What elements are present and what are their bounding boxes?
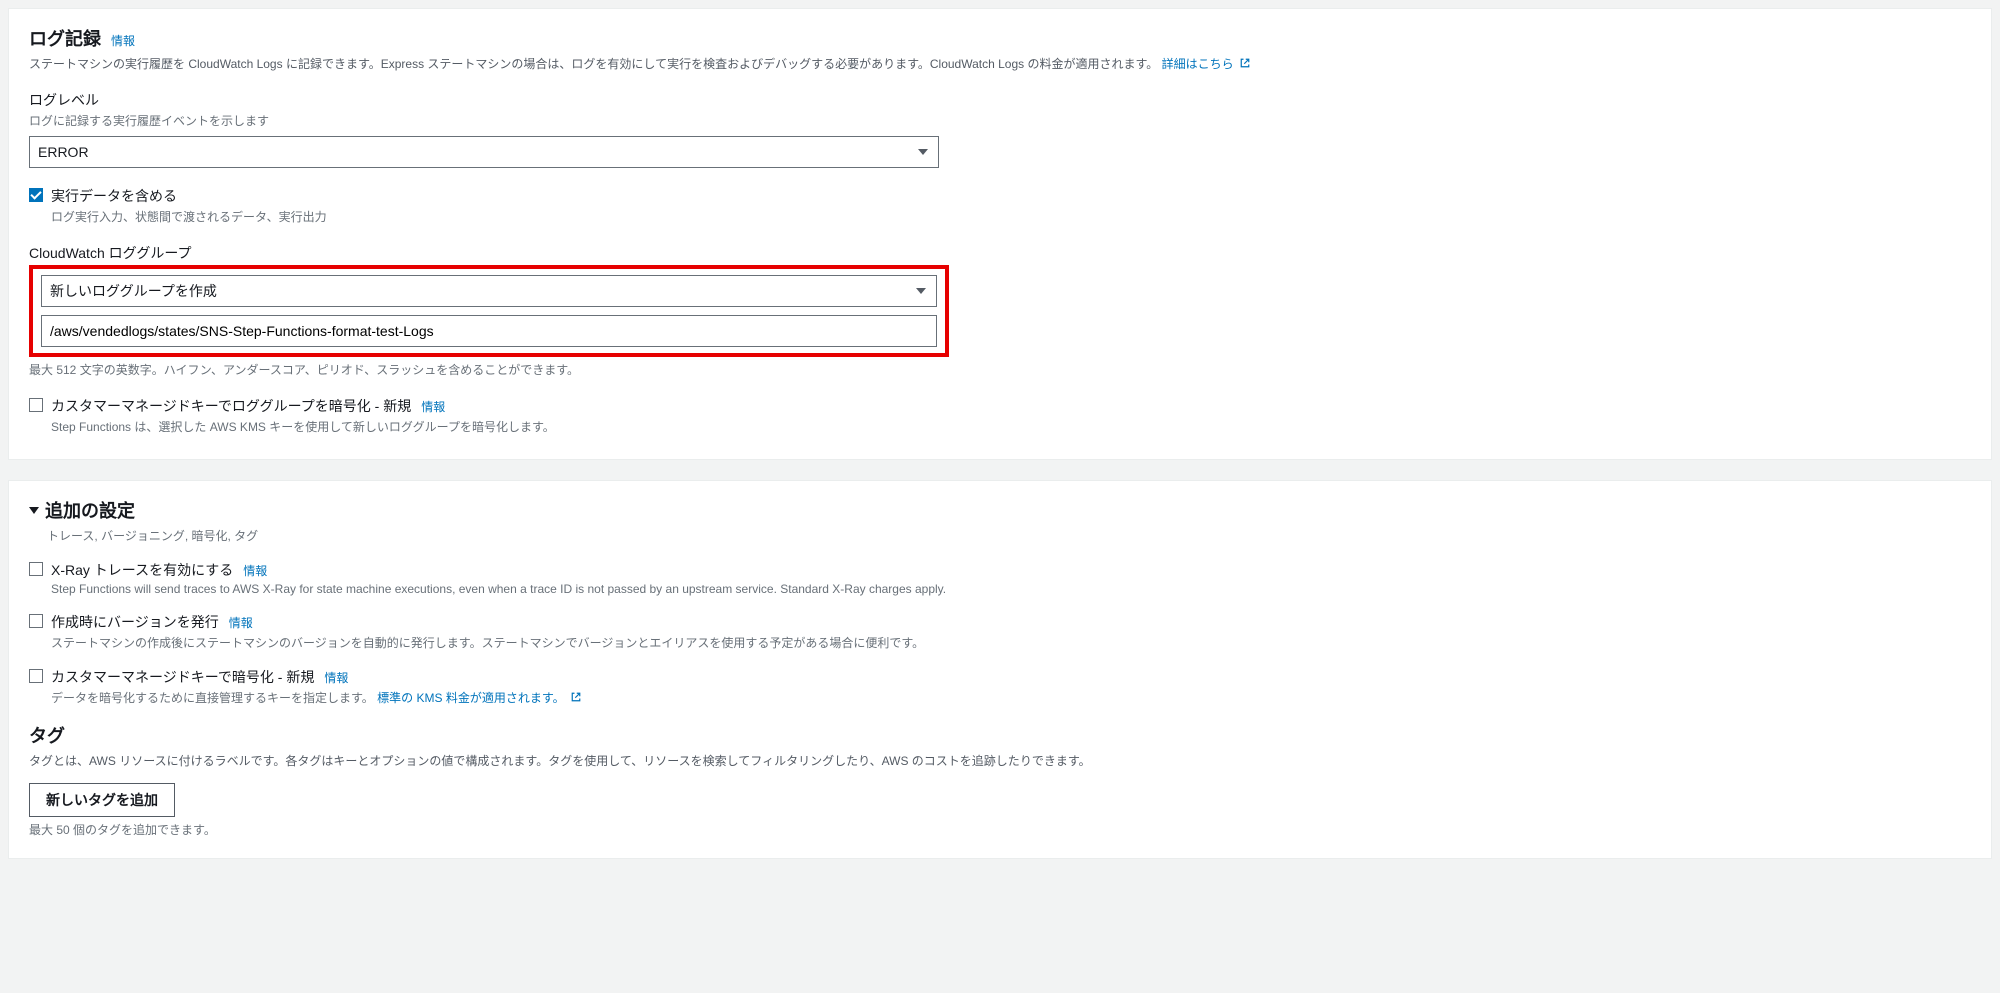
- kms-encrypt-label: カスタマーマネージドキーでロググループを暗号化 - 新規: [51, 396, 411, 416]
- log-level-desc: ログに記録する実行履歴イベントを示します: [29, 112, 1971, 130]
- version-publish-checkbox[interactable]: [29, 614, 43, 628]
- include-exec-data-checkbox[interactable]: [29, 188, 43, 202]
- external-link-icon: [570, 691, 582, 703]
- version-label: 作成時にバージョンを発行: [51, 612, 219, 632]
- cmk-label: カスタマーマネージドキーで暗号化 - 新規: [51, 667, 314, 687]
- log-section-title: ログ記録: [29, 25, 101, 51]
- tags-desc: タグとは、AWS リソースに付けるラベルです。各タグはキーとオプションの値で構成…: [29, 752, 1971, 769]
- cmk-desc: データを暗号化するために直接管理するキーを指定します。 標準の KMS 料金が適…: [51, 689, 1971, 706]
- log-section-info-link[interactable]: 情報: [111, 32, 135, 49]
- learn-more-text: 詳細はこちら: [1162, 57, 1234, 71]
- add-tag-button[interactable]: 新しいタグを追加: [29, 783, 175, 817]
- kms-pricing-link[interactable]: 標準の KMS 料金が適用されます。: [377, 691, 582, 705]
- tags-title: タグ: [29, 722, 1971, 748]
- chevron-down-icon: [918, 149, 928, 155]
- version-info-link[interactable]: 情報: [229, 614, 253, 631]
- log-section-desc: ステートマシンの実行履歴を CloudWatch Logs に記録できます。Ex…: [29, 55, 1971, 74]
- kms-pricing-text: 標準の KMS 料金が適用されます。: [377, 691, 564, 705]
- log-group-name-input[interactable]: [41, 315, 937, 347]
- cmk-encrypt-checkbox[interactable]: [29, 669, 43, 683]
- learn-more-link[interactable]: 詳細はこちら: [1162, 57, 1251, 71]
- xray-label: X-Ray トレースを有効にする: [51, 560, 233, 580]
- additional-settings-panel: 追加の設定 トレース, バージョニング, 暗号化, タグ X-Ray トレースを…: [8, 480, 1992, 859]
- collapse-caret-icon: [29, 507, 39, 514]
- log-level-label: ログレベル: [29, 90, 1971, 110]
- chevron-down-icon: [916, 288, 926, 294]
- log-group-hint: 最大 512 文字の英数字。ハイフン、アンダースコア、ピリオド、スラッシュを含め…: [29, 361, 1971, 378]
- log-group-highlight: 新しいロググループを作成: [29, 265, 949, 357]
- log-section-desc-text: ステートマシンの実行履歴を CloudWatch Logs に記録できます。Ex…: [29, 57, 1158, 71]
- tags-limit: 最大 50 個のタグを追加できます。: [29, 821, 1971, 838]
- version-desc: ステートマシンの作成後にステートマシンのバージョンを自動的に発行します。ステート…: [51, 634, 1971, 651]
- xray-checkbox[interactable]: [29, 562, 43, 576]
- cmk-desc-prefix: データを暗号化するために直接管理するキーを指定します。: [51, 691, 374, 705]
- kms-encrypt-desc: Step Functions は、選択した AWS KMS キーを使用して新しい…: [51, 418, 1971, 435]
- cmk-info-link[interactable]: 情報: [324, 669, 348, 686]
- external-link-icon: [1239, 57, 1251, 69]
- log-level-value: ERROR: [38, 144, 89, 160]
- log-group-select[interactable]: 新しいロググループを作成: [41, 275, 937, 307]
- log-level-select[interactable]: ERROR: [29, 136, 939, 168]
- include-exec-label: 実行データを含める: [51, 186, 1971, 206]
- xray-desc: Step Functions will send traces to AWS X…: [51, 582, 1971, 596]
- xray-info-link[interactable]: 情報: [243, 562, 267, 579]
- log-recording-panel: ログ記録 情報 ステートマシンの実行履歴を CloudWatch Logs に記…: [8, 8, 1992, 460]
- additional-sub: トレース, バージョニング, 暗号化, タグ: [47, 527, 1971, 544]
- kms-encrypt-checkbox[interactable]: [29, 398, 43, 412]
- log-group-label: CloudWatch ロググループ: [29, 243, 1971, 263]
- additional-title: 追加の設定: [45, 497, 135, 523]
- log-group-select-value: 新しいロググループを作成: [50, 281, 217, 301]
- additional-settings-header[interactable]: 追加の設定: [29, 497, 1971, 523]
- include-exec-desc: ログ実行入力、状態間で渡されるデータ、実行出力: [51, 208, 1971, 225]
- kms-encrypt-info-link[interactable]: 情報: [421, 398, 445, 415]
